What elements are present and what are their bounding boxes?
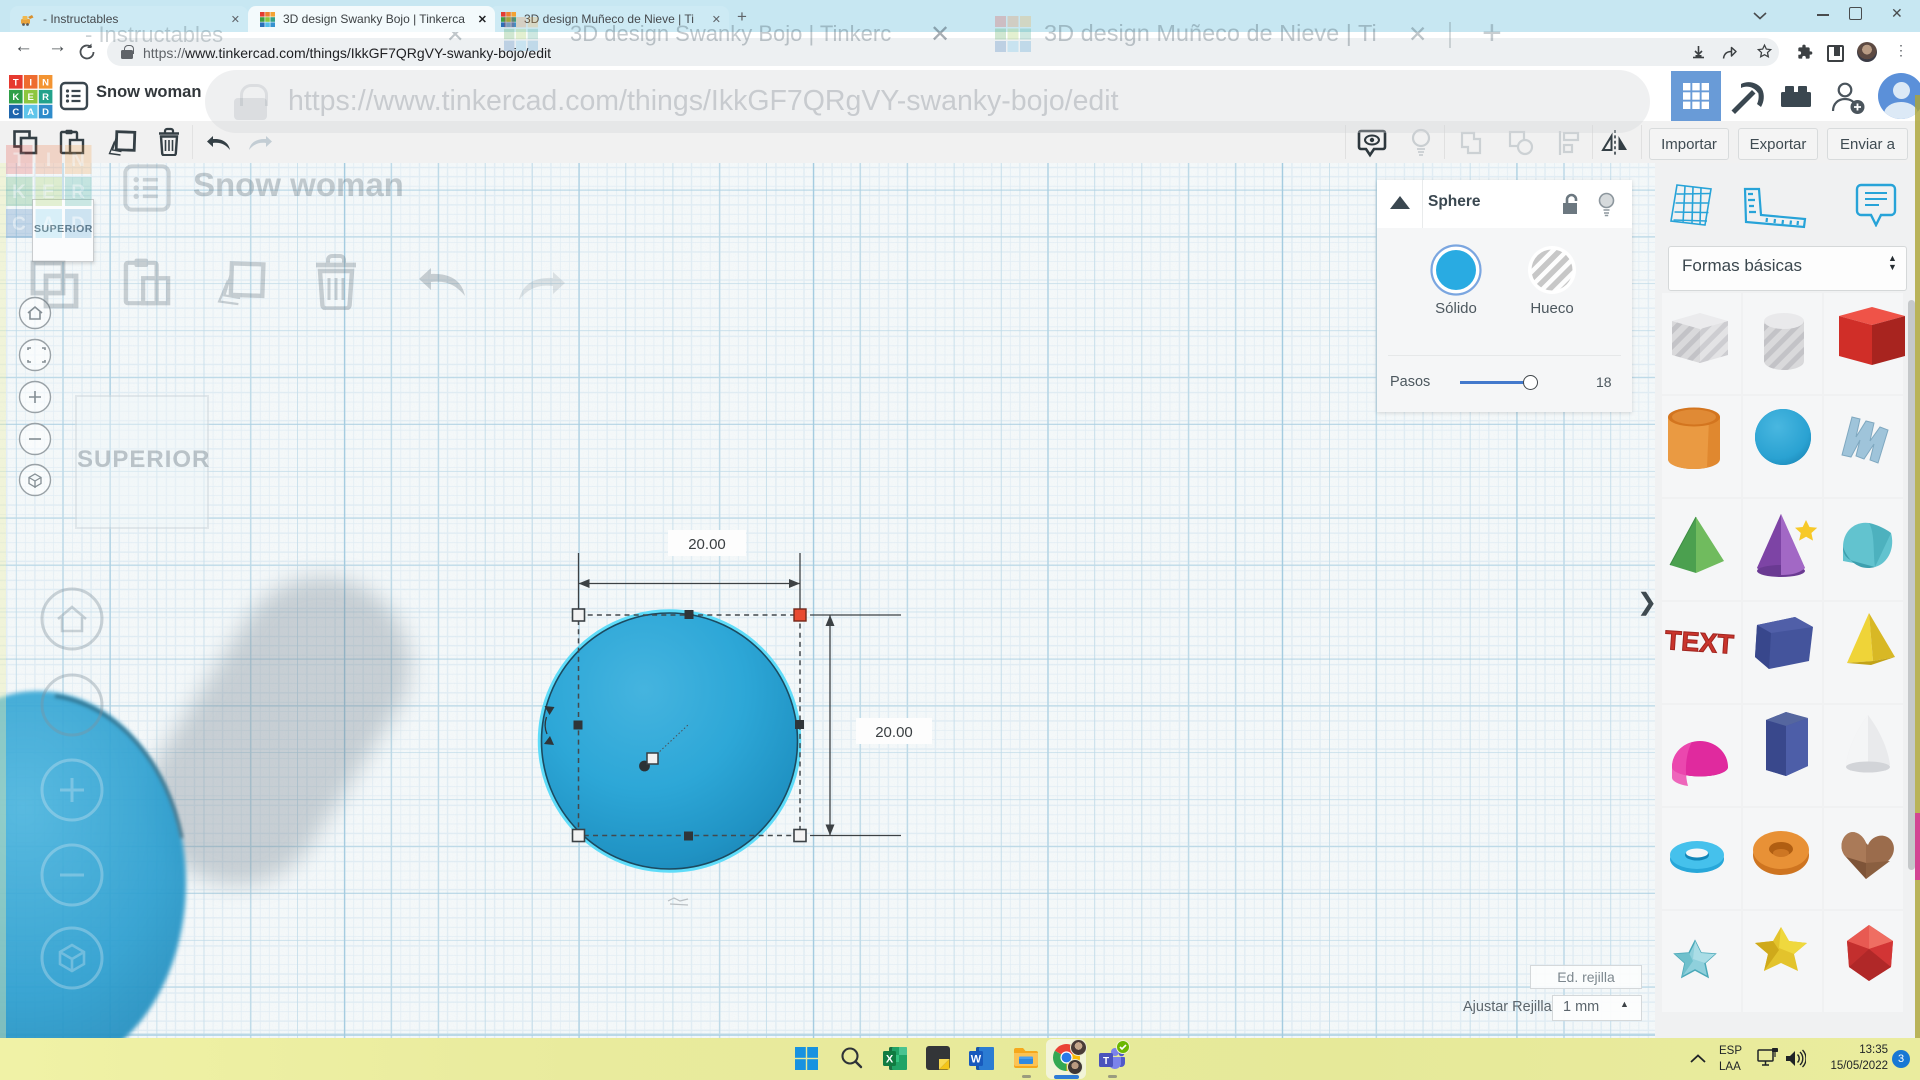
svg-text:X: X [886, 1054, 894, 1066]
svg-text:W: W [971, 1054, 982, 1066]
svg-text:K: K [12, 92, 19, 103]
svg-text:20.00: 20.00 [688, 536, 726, 553]
svg-text:D: D [42, 107, 49, 118]
svg-text:N: N [42, 77, 49, 88]
svg-text:E: E [28, 92, 34, 103]
svg-text:TEXT: TEXT [1664, 625, 1735, 660]
svg-text:C: C [12, 107, 19, 118]
svg-text:20.00: 20.00 [875, 724, 913, 741]
svg-text:R: R [42, 92, 49, 103]
svg-text:T: T [1103, 1056, 1109, 1067]
svg-text:I: I [29, 77, 32, 88]
svg-text:A: A [27, 107, 34, 118]
svg-text:T: T [13, 77, 19, 88]
